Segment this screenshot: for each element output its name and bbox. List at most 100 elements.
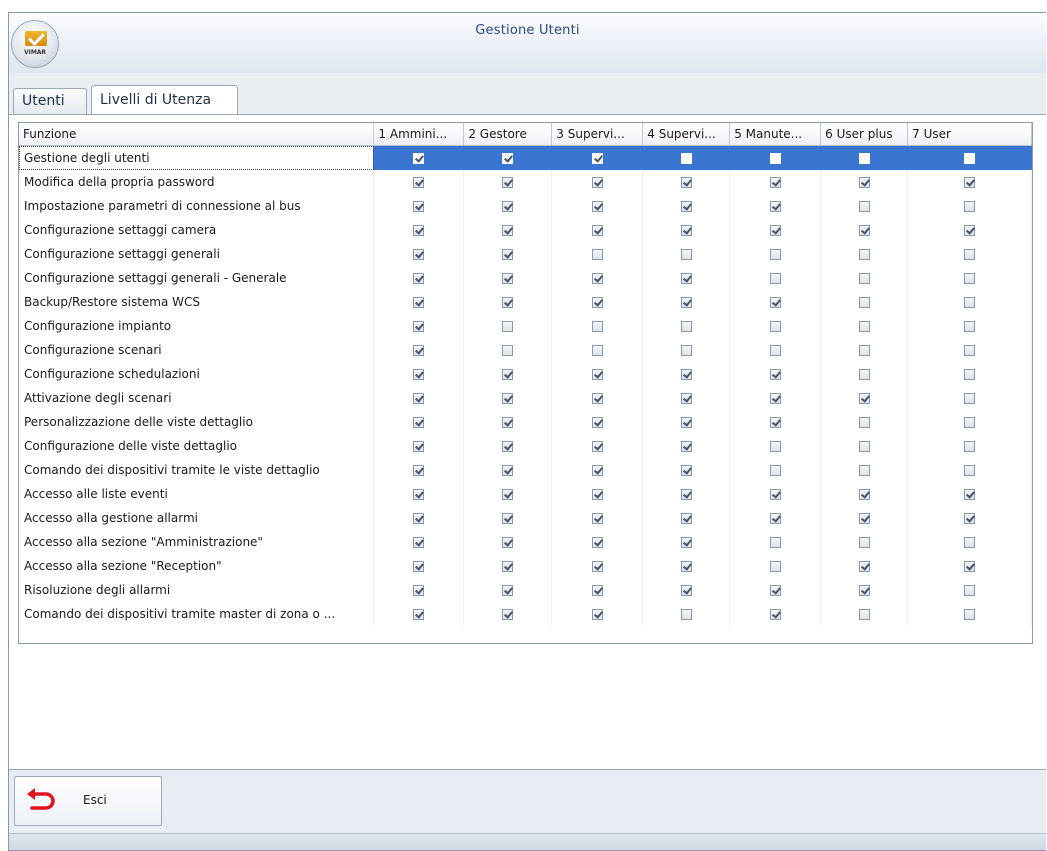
permission-checkbox[interactable] xyxy=(680,417,692,428)
permission-checkbox[interactable] xyxy=(591,537,603,548)
column-header-level-7[interactable]: 7 User xyxy=(907,123,1032,146)
permission-checkbox[interactable] xyxy=(858,537,870,548)
permission-checkbox[interactable] xyxy=(680,249,692,260)
permission-checkbox[interactable] xyxy=(413,273,425,284)
permission-checkbox[interactable] xyxy=(769,393,781,404)
table-row[interactable]: Accesso alla sezione "Amministrazione" xyxy=(19,530,1032,554)
permission-checkbox[interactable] xyxy=(964,393,976,404)
table-row[interactable]: Configurazione settaggi generali - Gener… xyxy=(19,266,1032,290)
permission-checkbox[interactable] xyxy=(413,489,425,500)
column-header-level-5[interactable]: 5 Manute... xyxy=(729,123,822,146)
permission-checkbox[interactable] xyxy=(964,585,976,596)
permission-checkbox[interactable] xyxy=(502,201,514,212)
permission-checkbox[interactable] xyxy=(680,441,692,452)
column-header-level-2[interactable]: 2 Gestore xyxy=(463,123,553,146)
permission-checkbox[interactable] xyxy=(591,393,603,404)
permission-checkbox[interactable] xyxy=(858,393,870,404)
permission-checkbox[interactable] xyxy=(502,585,514,596)
permission-checkbox[interactable] xyxy=(413,585,425,596)
permission-checkbox[interactable] xyxy=(964,225,976,236)
permission-checkbox[interactable] xyxy=(413,153,425,164)
permission-checkbox[interactable] xyxy=(502,177,514,188)
permission-checkbox[interactable] xyxy=(502,561,514,572)
permission-checkbox[interactable] xyxy=(591,441,603,452)
permission-checkbox[interactable] xyxy=(413,393,425,404)
permission-checkbox[interactable] xyxy=(413,249,425,260)
permission-checkbox[interactable] xyxy=(769,585,781,596)
table-row[interactable]: Impostazione parametri di connessione al… xyxy=(19,194,1032,218)
permission-checkbox[interactable] xyxy=(680,225,692,236)
permission-checkbox[interactable] xyxy=(964,513,976,524)
permission-checkbox[interactable] xyxy=(502,609,514,620)
table-row[interactable]: Comando dei dispositivi tramite master d… xyxy=(19,602,1032,626)
exit-button[interactable]: Esci xyxy=(14,776,162,826)
permission-checkbox[interactable] xyxy=(680,153,692,164)
permission-checkbox[interactable] xyxy=(591,201,603,212)
permission-checkbox[interactable] xyxy=(769,273,781,284)
permission-checkbox[interactable] xyxy=(502,393,514,404)
table-row[interactable]: Comando dei dispositivi tramite le viste… xyxy=(19,458,1032,482)
permission-checkbox[interactable] xyxy=(680,465,692,476)
column-header-level-6[interactable]: 6 User plus xyxy=(820,123,909,146)
permission-checkbox[interactable] xyxy=(858,297,870,308)
permission-checkbox[interactable] xyxy=(769,417,781,428)
permission-checkbox[interactable] xyxy=(964,561,976,572)
permission-checkbox[interactable] xyxy=(769,321,781,332)
permission-checkbox[interactable] xyxy=(964,297,976,308)
permission-checkbox[interactable] xyxy=(964,417,976,428)
permission-checkbox[interactable] xyxy=(502,369,514,380)
column-header-level-4[interactable]: 4 Supervi... xyxy=(642,123,731,146)
permission-checkbox[interactable] xyxy=(591,297,603,308)
table-row[interactable]: Configurazione impianto xyxy=(19,314,1032,338)
permission-checkbox[interactable] xyxy=(769,177,781,188)
column-header-level-3[interactable]: 3 Supervi... xyxy=(551,123,644,146)
column-header-level-1[interactable]: 1 Ammini... xyxy=(373,123,465,146)
permission-checkbox[interactable] xyxy=(964,465,976,476)
permission-checkbox[interactable] xyxy=(964,273,976,284)
permission-checkbox[interactable] xyxy=(858,153,870,164)
permission-checkbox[interactable] xyxy=(502,417,514,428)
permission-checkbox[interactable] xyxy=(591,345,603,356)
table-row[interactable]: Configurazione settaggi generali xyxy=(19,242,1032,266)
permission-checkbox[interactable] xyxy=(413,201,425,212)
permission-checkbox[interactable] xyxy=(413,441,425,452)
permission-checkbox[interactable] xyxy=(591,321,603,332)
permission-checkbox[interactable] xyxy=(413,321,425,332)
permission-checkbox[interactable] xyxy=(858,441,870,452)
permission-checkbox[interactable] xyxy=(964,441,976,452)
permission-checkbox[interactable] xyxy=(413,417,425,428)
permission-checkbox[interactable] xyxy=(591,249,603,260)
permission-checkbox[interactable] xyxy=(858,513,870,524)
permission-checkbox[interactable] xyxy=(680,201,692,212)
permission-checkbox[interactable] xyxy=(680,345,692,356)
table-row[interactable]: Configurazione settaggi camera xyxy=(19,218,1032,242)
permission-checkbox[interactable] xyxy=(769,297,781,308)
permission-checkbox[interactable] xyxy=(591,225,603,236)
permission-checkbox[interactable] xyxy=(964,369,976,380)
permission-checkbox[interactable] xyxy=(769,609,781,620)
permission-checkbox[interactable] xyxy=(964,177,976,188)
table-row[interactable]: Risoluzione degli allarmi xyxy=(19,578,1032,602)
permission-checkbox[interactable] xyxy=(858,273,870,284)
permission-checkbox[interactable] xyxy=(858,417,870,428)
permission-checkbox[interactable] xyxy=(964,153,976,164)
table-row[interactable]: Accesso alla gestione allarmi xyxy=(19,506,1032,530)
table-row[interactable]: Personalizzazione delle viste dettaglio xyxy=(19,410,1032,434)
permission-checkbox[interactable] xyxy=(413,561,425,572)
permission-checkbox[interactable] xyxy=(591,489,603,500)
permission-checkbox[interactable] xyxy=(680,489,692,500)
table-row[interactable]: Configurazione schedulazioni xyxy=(19,362,1032,386)
permission-checkbox[interactable] xyxy=(502,297,514,308)
permission-checkbox[interactable] xyxy=(858,225,870,236)
permission-checkbox[interactable] xyxy=(591,369,603,380)
permission-checkbox[interactable] xyxy=(680,513,692,524)
permission-checkbox[interactable] xyxy=(413,297,425,308)
permission-checkbox[interactable] xyxy=(964,537,976,548)
permission-checkbox[interactable] xyxy=(858,249,870,260)
permission-checkbox[interactable] xyxy=(964,201,976,212)
permission-checkbox[interactable] xyxy=(413,609,425,620)
table-row[interactable]: Configurazione scenari xyxy=(19,338,1032,362)
permission-checkbox[interactable] xyxy=(413,225,425,236)
permission-checkbox[interactable] xyxy=(769,345,781,356)
permission-checkbox[interactable] xyxy=(680,273,692,284)
